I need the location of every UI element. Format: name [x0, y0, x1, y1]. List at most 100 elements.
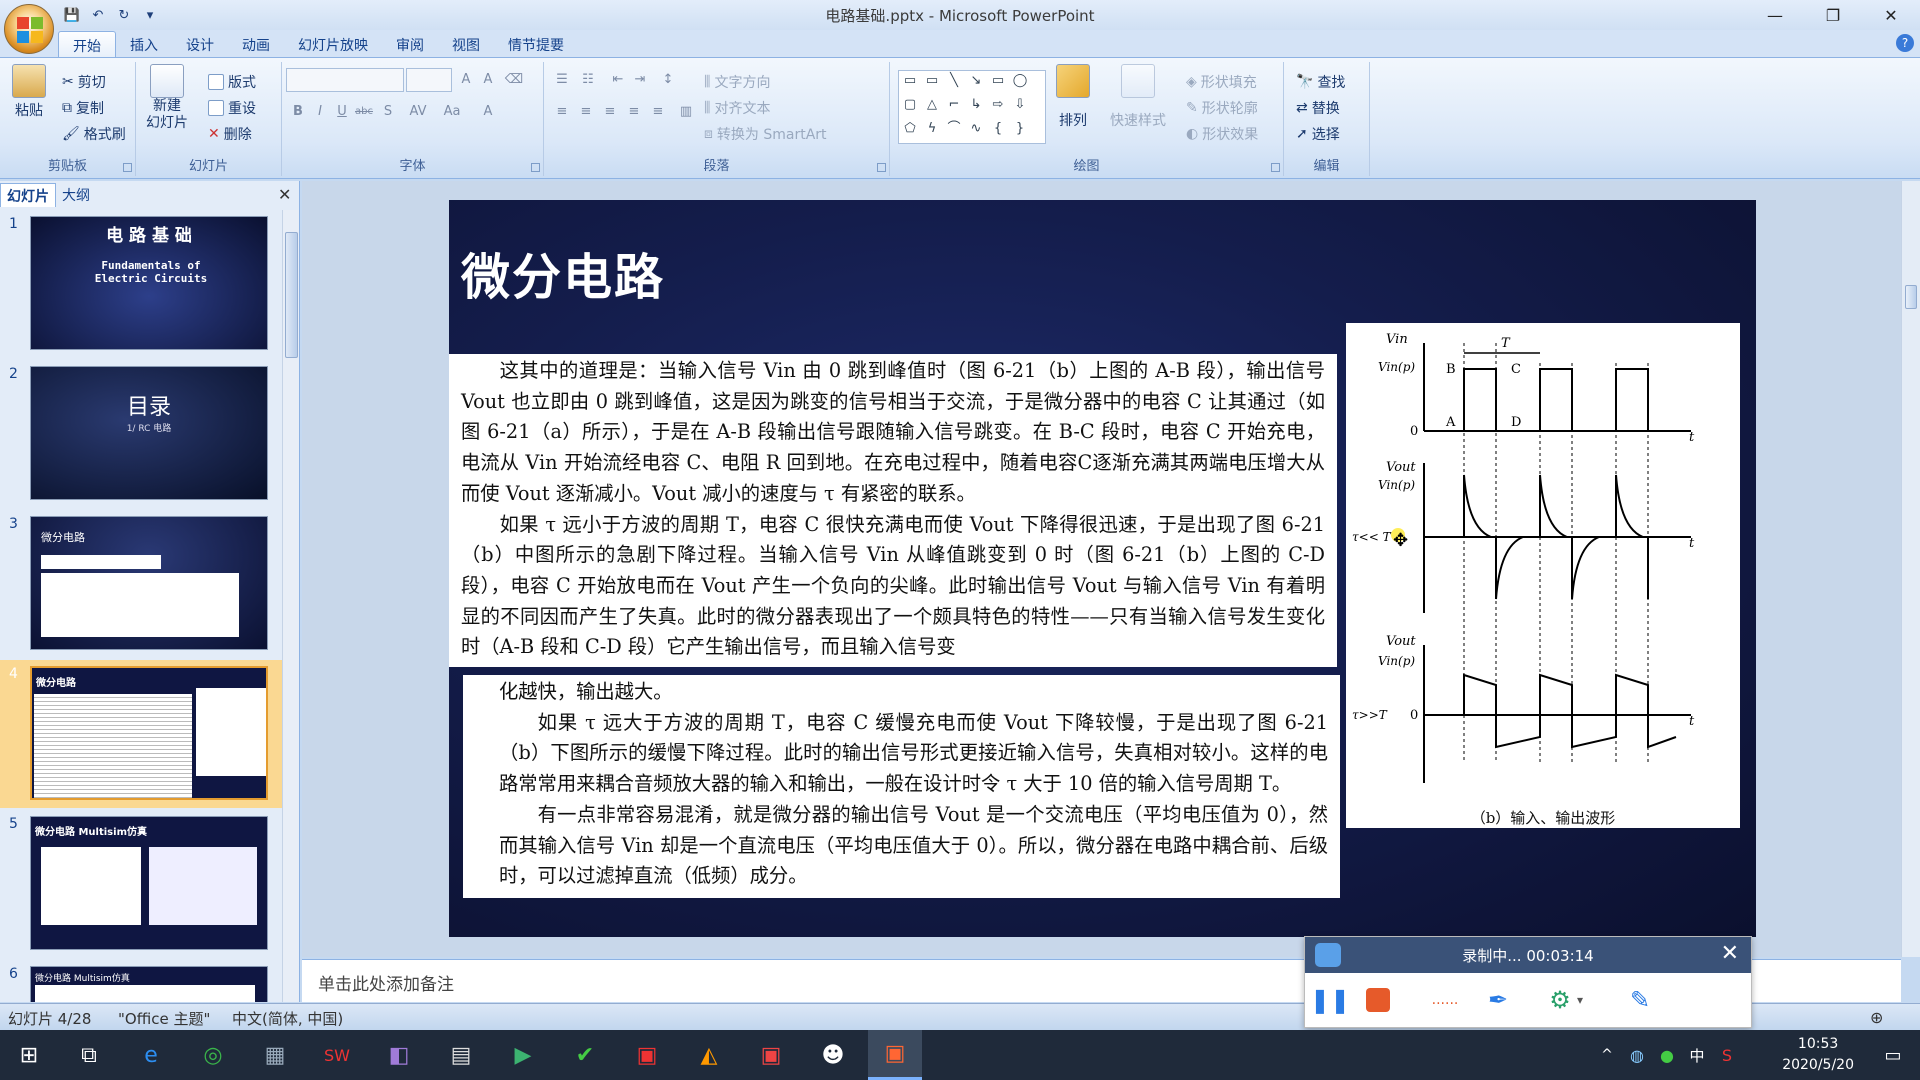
wps-icon[interactable]: ▣ [744, 1030, 798, 1080]
oval-shape-icon[interactable]: ◯ [1011, 73, 1029, 89]
bullets-icon[interactable]: ☰ [552, 70, 572, 90]
help-icon[interactable]: ? [1896, 34, 1914, 52]
system-clock[interactable]: 10:53 2020/5/20 [1782, 1034, 1854, 1076]
slide-title[interactable]: 微分电路 [461, 238, 665, 309]
curve-shape-icon[interactable]: ∿ [967, 121, 985, 137]
ime-indicator[interactable]: 中 [1682, 1030, 1712, 1080]
shape-outline-button[interactable]: ✎ 形状轮廓 [1186, 98, 1258, 118]
qq-icon[interactable]: ☻ [806, 1030, 860, 1080]
textbox-shape-icon[interactable]: ▭ [901, 73, 919, 89]
text-block-lower[interactable]: 化越快，输出越大。 如果 τ 远大于方波的周期 T，电容 C 缓慢充电而使 Vo… [463, 675, 1340, 898]
shape-fill-button[interactable]: ◈ 形状填充 [1186, 72, 1257, 92]
undo-icon[interactable]: ↶ [88, 6, 108, 24]
decrease-indent-icon[interactable]: ⇤ [608, 70, 628, 90]
right-arrow-shape-icon[interactable]: ⇨ [989, 97, 1007, 113]
tab-review[interactable]: 审阅 [382, 31, 438, 58]
youdao-icon[interactable]: ▣ [620, 1030, 674, 1080]
bold-button[interactable]: B [288, 102, 308, 122]
tab-outline-pane[interactable]: 大纲 [56, 183, 96, 207]
shape-effects-button[interactable]: ◐ 形状效果 [1186, 124, 1258, 144]
lightning-shape-icon[interactable]: ϟ [923, 121, 941, 137]
customize-qat-icon[interactable]: ▾ [140, 6, 160, 24]
notification-icon[interactable]: ▭ [1866, 1030, 1920, 1080]
solidworks-icon[interactable]: SW [310, 1030, 364, 1080]
calculator-icon[interactable]: ▦ [248, 1030, 302, 1080]
columns-icon[interactable]: ▥ [676, 102, 696, 122]
recorder-close-button[interactable]: ✕ [1721, 941, 1739, 966]
align-center-icon[interactable]: ≡ [576, 102, 596, 122]
tab-animations[interactable]: 动画 [228, 31, 284, 58]
thumbnail-item[interactable]: 6 微分电路 Multisim仿真 [0, 960, 283, 1002]
tab-view[interactable]: 视图 [438, 31, 494, 58]
clear-format-icon[interactable]: ⌫ [504, 70, 524, 90]
dialog-launcher-icon[interactable] [877, 163, 886, 172]
waveform-figure[interactable]: T B C A D Vin Vin(p) 0 t Vout Vin(p) τ<<… [1346, 323, 1740, 828]
justify-icon[interactable]: ≡ [624, 102, 644, 122]
tab-slideshow[interactable]: 幻灯片放映 [284, 31, 382, 58]
thumbnail-item[interactable]: 5 微分电路 Multisim仿真 [0, 810, 283, 958]
find-button[interactable]: 🔭 查找 [1296, 72, 1345, 92]
italic-button[interactable]: I [310, 102, 330, 122]
line-shape-icon[interactable]: ╲ [945, 73, 963, 89]
layout-button[interactable]: 版式 [208, 72, 256, 92]
browser-icon[interactable]: ◎ [186, 1030, 240, 1080]
grow-font-icon[interactable]: A [456, 70, 476, 90]
numbering-icon[interactable]: ☷ [578, 70, 598, 90]
new-slide-button[interactable]: 新建 幻灯片 [146, 64, 188, 132]
dialog-launcher-icon[interactable] [531, 163, 540, 172]
quick-styles-button[interactable]: 快速样式 [1110, 64, 1166, 130]
shadow-button[interactable]: S [378, 102, 398, 122]
minimize-button[interactable]: — [1746, 0, 1804, 30]
dialog-launcher-icon[interactable] [123, 163, 132, 172]
tray-app-icon[interactable]: ● [1652, 1030, 1682, 1080]
down-arrow-shape-icon[interactable]: ⇩ [1011, 97, 1029, 113]
arrange-button[interactable]: 排列 [1056, 64, 1090, 130]
shrink-font-icon[interactable]: A [478, 70, 498, 90]
strikethrough-button[interactable]: abc [354, 102, 374, 122]
dropdown-icon[interactable]: ▾ [1573, 983, 1587, 1017]
camera-icon[interactable]: ⚙ [1543, 983, 1577, 1017]
shapes-gallery[interactable]: ▭ ▭ ╲ ↘ ▭ ◯ ▢ △ ⌐ ↳ ⇨ ⇩ ⬠ ϟ ⌒ ∿ { } [898, 70, 1046, 144]
player-icon[interactable]: ▶ [496, 1030, 550, 1080]
stop-icon[interactable] [1361, 983, 1395, 1017]
powerpoint-taskbar-icon[interactable]: ▣ [868, 1030, 922, 1080]
align-left-icon[interactable]: ≡ [552, 102, 572, 122]
pause-icon[interactable]: ❚❚ [1310, 983, 1350, 1017]
char-spacing-button[interactable]: AV [404, 102, 432, 122]
replace-button[interactable]: ⇄ 替换 [1296, 98, 1340, 118]
close-pane-icon[interactable]: ✕ [278, 185, 291, 204]
tab-insert[interactable]: 插入 [116, 31, 172, 58]
format-painter-button[interactable]: 🖌 格式刷 [62, 124, 126, 144]
slide-scrollbar[interactable] [1901, 181, 1920, 957]
thumbnail-item-selected[interactable]: 4 微分电路 [0, 660, 283, 808]
copy-button[interactable]: ⧉ 复制 [62, 98, 104, 118]
thumbnail-item[interactable]: 2 目录 1/ RC 电路 [0, 360, 283, 508]
pentagon-shape-icon[interactable]: ⬠ [901, 121, 919, 137]
distribute-icon[interactable]: ≡ [648, 102, 668, 122]
tray-expand-icon[interactable]: ^ [1592, 1030, 1622, 1080]
office-button[interactable] [4, 4, 54, 54]
font-color-button[interactable]: A [478, 102, 498, 122]
arc-shape-icon[interactable]: ⌒ [945, 121, 963, 137]
pane-scrollbar[interactable] [282, 210, 299, 1002]
matlab-icon[interactable]: ◭ [682, 1030, 736, 1080]
align-right-icon[interactable]: ≡ [600, 102, 620, 122]
triangle-shape-icon[interactable]: △ [923, 97, 941, 113]
select-button[interactable]: ➚ 选择 [1296, 124, 1340, 144]
edge-icon[interactable]: e [124, 1030, 178, 1080]
current-slide[interactable]: 微分电路 这其中的道理是：当输入信号 Vin 由 0 跳到峰值时（图 6-21（… [449, 200, 1756, 937]
elbow-arrow-icon[interactable]: ↳ [967, 97, 985, 113]
close-button[interactable]: ✕ [1862, 0, 1920, 30]
excel-like-icon[interactable]: ✔ [558, 1030, 612, 1080]
start-icon[interactable]: ⊞ [2, 1030, 56, 1080]
pencil-icon[interactable]: ✎ [1623, 983, 1657, 1017]
align-text-button[interactable]: ⫼ 对齐文本 [704, 98, 770, 118]
theme-name[interactable]: "Office 主题" [118, 1008, 210, 1029]
rounded-rect-shape-icon[interactable]: ▢ [901, 97, 919, 113]
redo-icon[interactable]: ↻ [114, 6, 134, 24]
font-name-select[interactable] [286, 68, 404, 92]
tab-home[interactable]: 开始 [58, 31, 116, 58]
thumbnail-item[interactable]: 3 微分电路 [0, 510, 283, 658]
right-brace-shape-icon[interactable]: } [1011, 121, 1029, 137]
tray-sogou-icon[interactable]: S [1712, 1030, 1742, 1080]
